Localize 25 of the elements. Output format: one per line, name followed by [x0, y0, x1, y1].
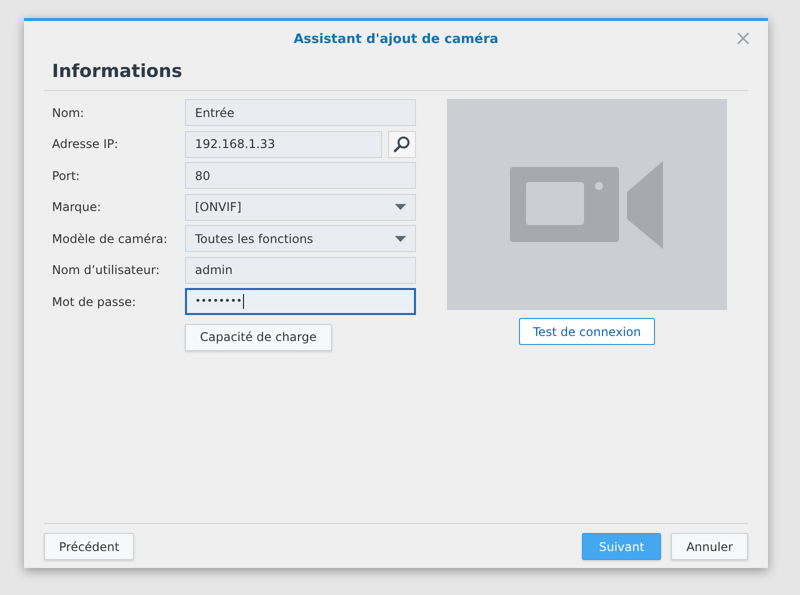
input-field[interactable]: 192.168.1.33 — [185, 130, 382, 158]
field-label: Modèle de caméra: — [52, 232, 168, 246]
test-connection-button[interactable]: Test de connexion — [519, 318, 655, 345]
cancel-button[interactable]: Annuler — [671, 533, 748, 560]
section-heading: Informations — [44, 57, 748, 91]
input-field[interactable]: 80 — [185, 162, 416, 189]
search-icon — [393, 135, 411, 153]
dropdown[interactable]: [ONVIF] — [185, 194, 416, 220]
video-camera-icon — [510, 160, 664, 248]
capacity-button[interactable]: Capacité de charge — [185, 324, 332, 350]
field-label: Adresse IP: — [52, 137, 120, 151]
caret-icon — [395, 204, 406, 210]
field-label: Nom: — [52, 106, 86, 120]
search-button[interactable] — [388, 130, 416, 158]
caret-icon — [395, 236, 406, 242]
field-label: Nom d’utilisateur: — [52, 263, 161, 277]
window-title: Assistant d'ajout de caméra — [294, 32, 498, 46]
field-label: Port: — [52, 168, 81, 182]
password-field[interactable]: •••••••• — [185, 288, 416, 315]
field-label: Marque: — [52, 200, 102, 214]
dropdown[interactable]: Toutes les fonctions — [185, 225, 416, 252]
input-field[interactable]: admin — [185, 256, 416, 284]
input-field[interactable]: Entrée — [185, 99, 416, 126]
previous-button[interactable]: Précédent — [44, 533, 134, 560]
field-label: Mot de passe: — [52, 294, 137, 308]
